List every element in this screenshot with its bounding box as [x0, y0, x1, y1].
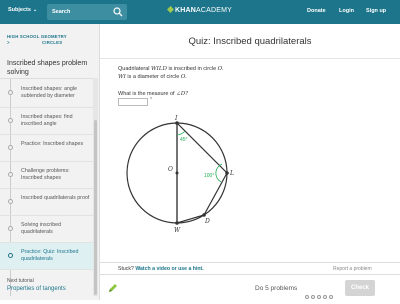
search-icon[interactable]	[113, 7, 123, 17]
report-problem-link[interactable]: Report a problem	[333, 266, 372, 272]
angle-label-l: 100°	[204, 173, 214, 179]
statement-text: Quadrilateral	[118, 66, 150, 72]
progress-dot	[323, 295, 327, 299]
khan-academy-logo[interactable]: KHANACADEMY	[166, 5, 233, 14]
subjects-label: Subjects	[8, 7, 31, 13]
divider	[100, 58, 400, 59]
math-variable: WI	[118, 74, 126, 80]
math-variable: O.	[180, 74, 187, 80]
label-d: D	[204, 218, 210, 225]
breadcrumb-separator: >	[7, 40, 10, 45]
login-link[interactable]: Login	[339, 8, 354, 14]
angle-arc-i	[176, 130, 186, 136]
statement-text: is a diameter of circle	[127, 74, 180, 80]
sidebar-item[interactable]: Practice: Inscribed shapes	[0, 135, 94, 162]
label-i: I	[174, 115, 178, 122]
progress-dots	[305, 286, 335, 304]
logo-text: ACADEMY	[196, 7, 233, 14]
donate-link[interactable]: Donate	[307, 8, 326, 14]
practice-icon	[8, 253, 13, 258]
question-prompt: What is the measure of ∠D?	[118, 91, 188, 97]
question-statement-line1: Quadrilateral WILD is inscribed in circl…	[118, 66, 224, 72]
degree-unit: °	[150, 97, 152, 103]
label-o: O	[168, 166, 173, 173]
tutorial-title: Inscribed shapes problem solving	[7, 60, 88, 76]
statement-text: is inscribed in circle	[168, 66, 217, 72]
math-variable: O.	[217, 66, 224, 72]
progress-dot	[311, 295, 315, 299]
answer-input[interactable]	[118, 98, 148, 106]
sidebar-item[interactable]: Challenge problems: Inscribed shapes	[0, 162, 94, 189]
sidebar-item[interactable]: Inscribed shapes: angle subtended by dia…	[0, 79, 94, 108]
search-input[interactable]: Search	[47, 4, 127, 20]
sidebar-item-label: Solving inscribed quadrilaterals	[21, 222, 62, 235]
point-w	[175, 221, 179, 225]
sidebar-item[interactable]: Inscribed shapes: find inscribed angle	[0, 108, 94, 135]
sidebar-item[interactable]: Solving inscribed quadrilaterals	[0, 216, 94, 243]
chevron-down-icon: ⌄	[32, 7, 38, 13]
point-o	[175, 171, 179, 175]
next-tutorial-label: Next tutorial	[7, 278, 34, 284]
search-placeholder: Search	[52, 9, 71, 15]
math-angle: ∠D?	[176, 91, 189, 97]
sidebar-item-label: Inscribed quadrilaterals proof	[21, 195, 90, 201]
sidebar-item-label: Inscribed shapes: angle subtended by dia…	[21, 86, 77, 99]
math-variable: WILD	[151, 66, 167, 72]
label-w: W	[174, 227, 181, 234]
breadcrumb-unit[interactable]: CIRCLES	[42, 40, 62, 45]
sidebar-item-label: Inscribed shapes: find inscribed angle	[21, 114, 73, 127]
prompt-text: What is the measure of	[118, 91, 175, 97]
angle-label-i: 45°	[180, 137, 188, 143]
page-title: Quiz: Inscribed quadrilaterals	[188, 36, 312, 47]
label-l: L	[229, 170, 234, 177]
check-button[interactable]: Check	[345, 280, 375, 296]
divider	[100, 274, 400, 275]
video-icon	[8, 199, 13, 204]
progress-dot	[329, 295, 333, 299]
point-d	[202, 213, 206, 217]
top-navigation-bar: Subjects ⌄ Search KHANACADEMY Donate Logi…	[0, 0, 400, 24]
tutorial-item-list: Inscribed shapes: angle subtended by dia…	[0, 78, 94, 296]
leaf-logo-icon	[166, 5, 175, 14]
video-icon	[8, 226, 13, 231]
question-statement-line2: WI is a diameter of circle O.	[118, 74, 187, 80]
scratchpad-pencil-icon[interactable]	[108, 283, 118, 293]
inscribed-quadrilateral-figure: I L D W O 45° 100°	[126, 115, 234, 234]
video-icon	[8, 118, 13, 123]
sidebar-scrollbar-thumb[interactable]	[94, 120, 97, 295]
sidebar-item-label: Practice: Quiz: Inscribed quadrilaterals	[21, 249, 79, 262]
progress-dot	[317, 295, 321, 299]
sidebar-item[interactable]: Inscribed quadrilaterals proof	[0, 189, 94, 216]
tutorial-sidebar: HIGH SCHOOL GEOMETRY > CIRCLES Inscribed…	[0, 24, 100, 300]
logo-text-bold: KHAN	[175, 7, 197, 14]
article-icon	[8, 172, 13, 177]
sidebar-item-label: Challenge problems: Inscribed shapes	[21, 168, 70, 181]
signup-link[interactable]: Sign up	[366, 8, 386, 14]
sidebar-item-active[interactable]: Practice: Quiz: Inscribed quadrilaterals	[0, 243, 94, 270]
next-tutorial-link[interactable]: Properties of tangents	[7, 286, 66, 292]
progress-dot	[305, 295, 309, 299]
breadcrumb-course[interactable]: HIGH SCHOOL GEOMETRY	[7, 34, 67, 39]
progress-text: Do 5 problems	[255, 285, 298, 292]
video-icon	[8, 90, 13, 95]
sidebar-item-label: Practice: Inscribed shapes	[21, 141, 84, 147]
subjects-menu[interactable]: Subjects ⌄	[8, 7, 37, 13]
stuck-prompt: Stuck? Watch a video or use a hint.	[118, 266, 204, 272]
point-l	[225, 171, 229, 175]
hint-link[interactable]: Watch a video or use a hint.	[135, 266, 203, 272]
stuck-label: Stuck?	[118, 266, 134, 272]
practice-icon	[8, 145, 13, 150]
